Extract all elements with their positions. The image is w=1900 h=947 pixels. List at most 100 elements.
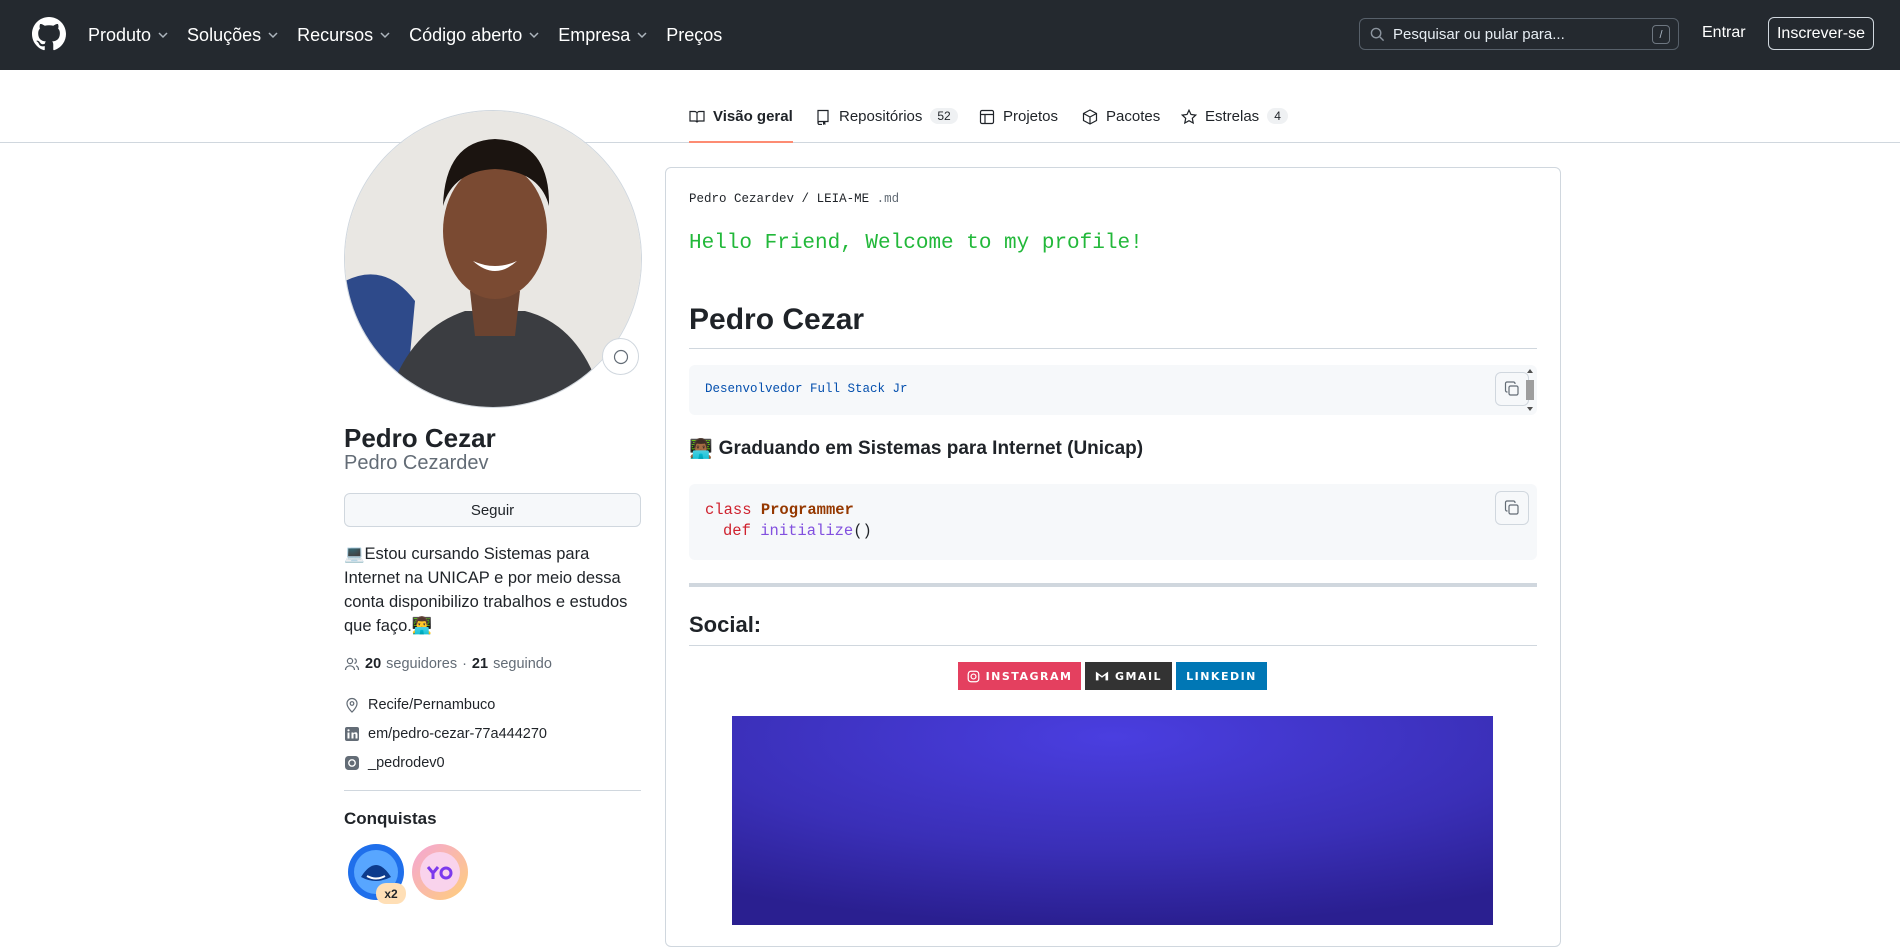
following-label[interactable]: seguindo <box>493 656 552 672</box>
instagram-link[interactable]: _pedrodev0 <box>368 755 445 771</box>
crumb-user[interactable]: Pedro Cezardev <box>689 192 794 206</box>
followers-count[interactable]: 20 <box>365 656 381 672</box>
signin-link[interactable]: Entrar <box>1702 24 1746 42</box>
code-function-name: initialize <box>760 522 854 540</box>
following-count[interactable]: 21 <box>472 656 488 672</box>
people-icon <box>344 657 360 671</box>
linkedin-icon <box>345 727 359 741</box>
instagram-shield-button[interactable]: INSTAGRAM <box>958 662 1081 690</box>
heading-underline <box>689 348 1537 349</box>
instagram-icon <box>345 756 359 770</box>
nav-empresa[interactable]: Empresa <box>558 25 648 46</box>
top-navigation-bar: Produto Soluções Recursos Código aberto … <box>0 0 1900 70</box>
nav-recursos[interactable]: Recursos <box>297 25 391 46</box>
chevron-down-icon <box>380 32 390 39</box>
yolo-badge-icon[interactable] <box>411 843 469 901</box>
smiley-icon <box>613 349 628 364</box>
profile-fullname: Pedro Cezar <box>344 423 496 453</box>
readme-subheading: 👨🏾‍💻 Graduando em Sistemas para Internet… <box>689 437 1143 461</box>
heading-underline <box>689 645 1537 646</box>
book-icon <box>689 110 705 123</box>
chevron-down-icon <box>158 32 168 39</box>
shield-label: GMAIL <box>1114 669 1163 683</box>
chevron-down-icon <box>268 32 278 39</box>
tab-label: Visão geral <box>713 108 793 125</box>
gmail-shield-button[interactable]: GMAIL <box>1085 662 1172 690</box>
tab-packages[interactable]: Pacotes <box>1082 108 1160 143</box>
search-shortcut-key: / <box>1652 25 1670 44</box>
followers-label[interactable]: seguidores <box>386 656 457 672</box>
location-text: Recife/Pernambuco <box>368 697 496 713</box>
package-icon <box>1082 109 1098 125</box>
search-icon <box>1370 27 1385 41</box>
nav-precos[interactable]: Preços <box>666 25 722 46</box>
location-icon <box>346 697 358 713</box>
instagram-item[interactable]: _pedrodev0 <box>344 755 445 771</box>
readme-banner-image <box>732 716 1493 925</box>
table-icon <box>979 109 995 125</box>
follow-button[interactable]: Seguir <box>344 493 641 527</box>
tab-repositories[interactable]: Repositórios 52 <box>815 108 958 143</box>
linkedin-link[interactable]: em/pedro-cezar-77a444270 <box>368 726 547 742</box>
readme-heading: Pedro Cezar <box>689 303 865 336</box>
code-keyword: class <box>705 501 752 519</box>
tab-projects[interactable]: Projetos <box>979 108 1058 143</box>
follow-stats: 20 seguidores · 21 seguindo <box>344 656 552 672</box>
achievements-title: Conquistas <box>344 809 437 828</box>
profile-tabs: Visão geral Repositórios 52 Projetos Pac… <box>0 70 1900 143</box>
profile-bio: 💻Estou cursando Sistemas para Internet n… <box>344 545 628 635</box>
repos-counter: 52 <box>930 108 958 124</box>
code-class-name: Programmer <box>760 501 854 519</box>
linkedin-item[interactable]: em/pedro-cezar-77a444270 <box>344 726 547 742</box>
tab-label: Projetos <box>1003 108 1059 125</box>
code-block-role: Desenvolvedor Full Stack Jr <box>689 365 1537 415</box>
sidebar-divider <box>344 790 641 791</box>
shield-label: LINKEDIN <box>1186 669 1257 683</box>
main-nav: Produto Soluções Recursos Código aberto … <box>88 0 722 70</box>
tab-overview[interactable]: Visão geral <box>689 108 793 143</box>
nav-label: Código aberto <box>409 24 523 45</box>
nav-label: Produto <box>88 24 152 45</box>
tab-label: Pacotes <box>1106 108 1161 125</box>
star-icon <box>1181 109 1197 125</box>
nav-label: Preços <box>666 24 723 45</box>
profile-username: Pedro Cezardev <box>344 452 489 474</box>
badge-multiplier: x2 <box>376 883 406 904</box>
copy-button[interactable] <box>1495 491 1529 525</box>
code-block-ruby: class Programmer def initialize() <box>689 484 1537 560</box>
repo-icon <box>817 109 829 125</box>
tab-label: Estrelas <box>1205 108 1260 125</box>
avatar[interactable] <box>344 110 642 408</box>
nav-produto[interactable]: Produto <box>88 25 169 46</box>
search-input[interactable]: Pesquisar ou pular para... / <box>1359 18 1679 50</box>
linkedin-shield-button[interactable]: LINKEDIN <box>1176 662 1267 690</box>
nav-codigo-aberto[interactable]: Código aberto <box>409 25 540 46</box>
tab-label: Repositórios <box>839 108 923 125</box>
code-line-2: def initialize() <box>723 522 872 540</box>
copy-icon <box>1504 381 1519 396</box>
tab-stars[interactable]: Estrelas 4 <box>1181 108 1288 143</box>
separator-dot: · <box>462 656 467 672</box>
chevron-down-icon <box>529 32 539 39</box>
code-parens: () <box>853 522 872 540</box>
readme-greeting: Hello Friend, Welcome to my profile! <box>689 232 1143 255</box>
github-logo-icon[interactable] <box>32 17 66 51</box>
crumb-file[interactable]: LEIA-ME <box>817 192 870 206</box>
nav-label: Empresa <box>558 24 631 45</box>
gmail-icon <box>1095 671 1109 681</box>
crumb-separator: / <box>801 192 810 206</box>
code-line-1: class Programmer <box>705 501 854 519</box>
subheading-text: Graduando em Sistemas para Internet (Uni… <box>718 438 1144 459</box>
code-scrollbar[interactable] <box>1524 367 1536 413</box>
signup-button[interactable]: Inscrever-se <box>1768 17 1874 50</box>
social-heading: Social: <box>689 612 762 637</box>
technologist-icon: 👨🏾‍💻 <box>689 439 713 460</box>
code-keyword: def <box>723 522 751 540</box>
instagram-icon <box>967 670 979 682</box>
nav-solucoes[interactable]: Soluções <box>187 25 279 46</box>
readme-breadcrumb: Pedro Cezardev / LEIA-ME .md <box>689 192 899 206</box>
set-status-button[interactable] <box>602 338 639 375</box>
location-item: Recife/Pernambuco <box>344 697 495 713</box>
search-placeholder: Pesquisar ou pular para... <box>1393 25 1565 43</box>
shield-label: INSTAGRAM <box>985 669 1073 683</box>
